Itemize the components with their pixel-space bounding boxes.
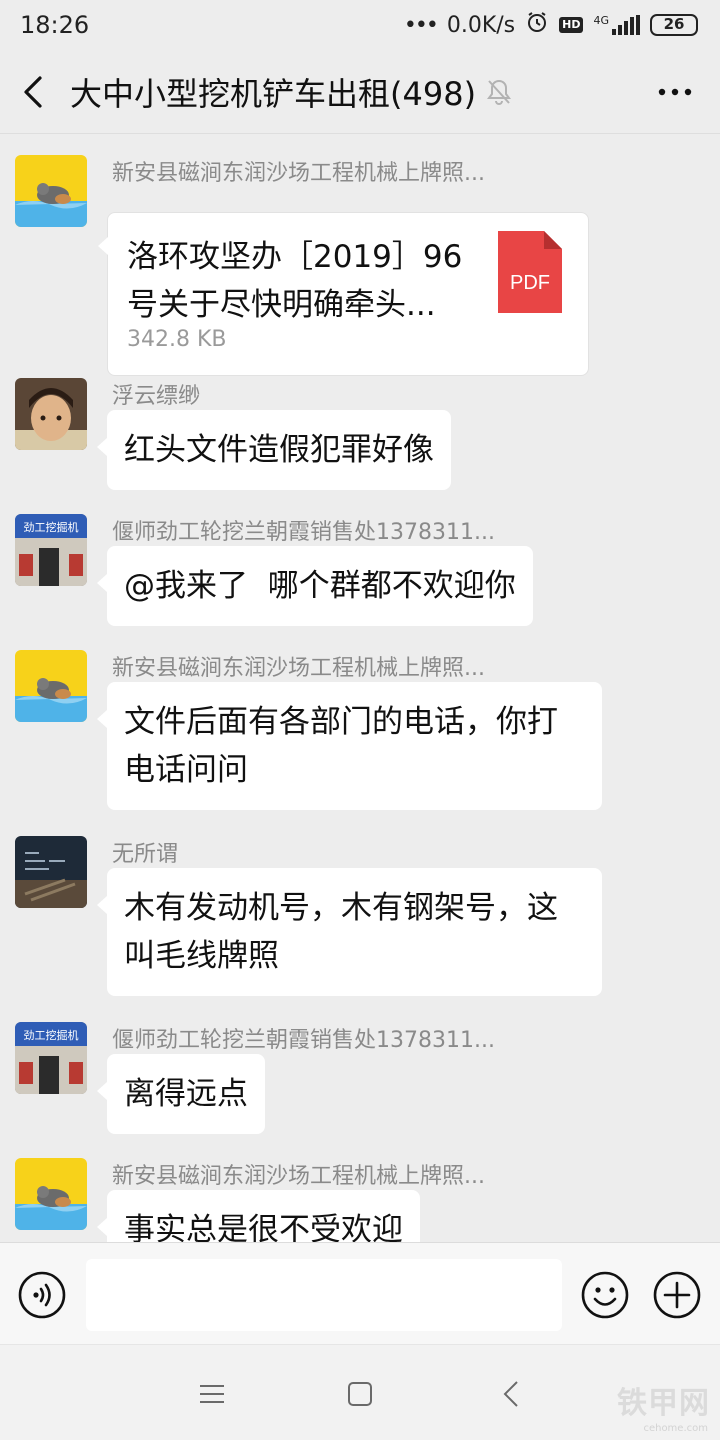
message-bubble[interactable]: 文件后面有各部门的电话，你打电话问问 [97, 682, 602, 810]
message-item: 新安县磁涧东润沙场工程机械上牌照... 事实总是很不受欢迎 [0, 1158, 720, 1242]
file-name: 洛环攻坚办［2019］96号关于尽快明确牵头... [127, 239, 463, 323]
more-dots-icon [658, 88, 692, 95]
avatar[interactable] [15, 650, 87, 722]
watermark-url: cehome.com [643, 1423, 708, 1434]
plus-icon [653, 1271, 701, 1319]
voice-icon [18, 1271, 66, 1319]
message-bubble[interactable]: 事实总是很不受欢迎 [97, 1190, 420, 1242]
alarm-clock-icon [525, 10, 549, 40]
message-list[interactable]: 新安县磁涧东润沙场工程机械上牌照... 洛环攻坚办［2019］96号关于尽快明确… [0, 135, 720, 1242]
status-bar: 18:26 ••• 0.0K/s HD 4G 26 [0, 0, 720, 50]
cellular-signal-icon: 4G [593, 15, 640, 35]
more-functions-button[interactable] [652, 1270, 702, 1320]
message-item: 新安县磁涧东润沙场工程机械上牌照... 文件后面有各部门的电话，你打电话问问 [0, 650, 720, 820]
message-item: 浮云缥缈 红头文件造假犯罪好像 [0, 378, 720, 498]
battery-indicator: 26 [650, 14, 698, 36]
avatar[interactable] [15, 1158, 87, 1230]
system-navigation-bar: 铁甲网 cehome.com [0, 1344, 720, 1440]
message-item: 新安县磁涧东润沙场工程机械上牌照... 洛环攻坚办［2019］96号关于尽快明确… [0, 155, 720, 385]
sender-name: 偃师劲工轮挖兰朝霞销售处1378311... [112, 520, 495, 545]
watermark-logo: 铁甲网 [617, 1386, 710, 1421]
home-square-icon[interactable] [345, 1379, 375, 1409]
network-type: 4G [593, 14, 609, 27]
message-bubble[interactable]: 离得远点 [97, 1054, 265, 1134]
net-speed: 0.0K/s [446, 12, 516, 38]
chat-header: 大中小型挖机铲车出租(498) [0, 50, 720, 134]
more-options-button[interactable] [630, 50, 720, 134]
store-sign: 劲工挖掘机 [24, 1028, 79, 1042]
avatar[interactable] [15, 378, 87, 450]
emoji-button[interactable] [580, 1270, 630, 1320]
back-triangle-icon[interactable] [497, 1379, 527, 1409]
status-time: 18:26 [20, 11, 90, 39]
message-input-bar [0, 1242, 720, 1344]
muted-bell-icon [486, 78, 512, 106]
sender-name: 浮云缥缈 [112, 384, 201, 409]
avatar[interactable]: 劲工挖掘机 [15, 1022, 87, 1094]
hd-badge: HD [559, 17, 584, 33]
menu-icon[interactable] [197, 1379, 227, 1409]
message-item: 无所谓 木有发动机号，木有钢架号，这叫毛线牌照 [0, 836, 720, 1006]
sender-name: 新安县磁涧东润沙场工程机械上牌照... [112, 656, 485, 681]
chat-title: 大中小型挖机铲车出租(498) [70, 74, 477, 113]
voice-input-button[interactable] [17, 1270, 67, 1320]
sender-name: 新安县磁涧东润沙场工程机械上牌照... [112, 161, 485, 186]
file-size: 342.8 KB [127, 327, 227, 352]
message-input[interactable] [86, 1259, 562, 1331]
avatar[interactable]: 劲工挖掘机 [15, 514, 87, 586]
pdf-label: PDF [510, 272, 550, 294]
chevron-left-icon [24, 75, 42, 108]
sender-name: 新安县磁涧东润沙场工程机械上牌照... [112, 1164, 485, 1189]
file-message-bubble[interactable]: 洛环攻坚办［2019］96号关于尽快明确牵头... 342.8 KB PDF [98, 212, 589, 376]
sender-name: 无所谓 [112, 842, 179, 867]
message-bubble[interactable]: @我来了 哪个群都不欢迎你 [97, 546, 533, 626]
more-dots-icon: ••• [403, 12, 439, 38]
store-sign: 劲工挖掘机 [24, 520, 79, 534]
back-button[interactable] [0, 50, 64, 134]
message-item: 劲工挖掘机 偃师劲工轮挖兰朝霞销售处1378311... 离得远点 [0, 1022, 720, 1142]
status-icons: ••• 0.0K/s HD 4G 26 [404, 10, 698, 40]
message-bubble[interactable]: 红头文件造假犯罪好像 [97, 410, 451, 490]
message-item: 劲工挖掘机 偃师劲工轮挖兰朝霞销售处1378311... @我来了 哪个群都不欢… [0, 514, 720, 634]
avatar[interactable] [15, 155, 87, 227]
pdf-file-icon: PDF [498, 231, 562, 313]
message-bubble[interactable]: 木有发动机号，木有钢架号，这叫毛线牌照 [97, 868, 602, 996]
smiley-icon [581, 1271, 629, 1319]
sender-name: 偃师劲工轮挖兰朝霞销售处1378311... [112, 1028, 495, 1053]
avatar[interactable] [15, 836, 87, 908]
